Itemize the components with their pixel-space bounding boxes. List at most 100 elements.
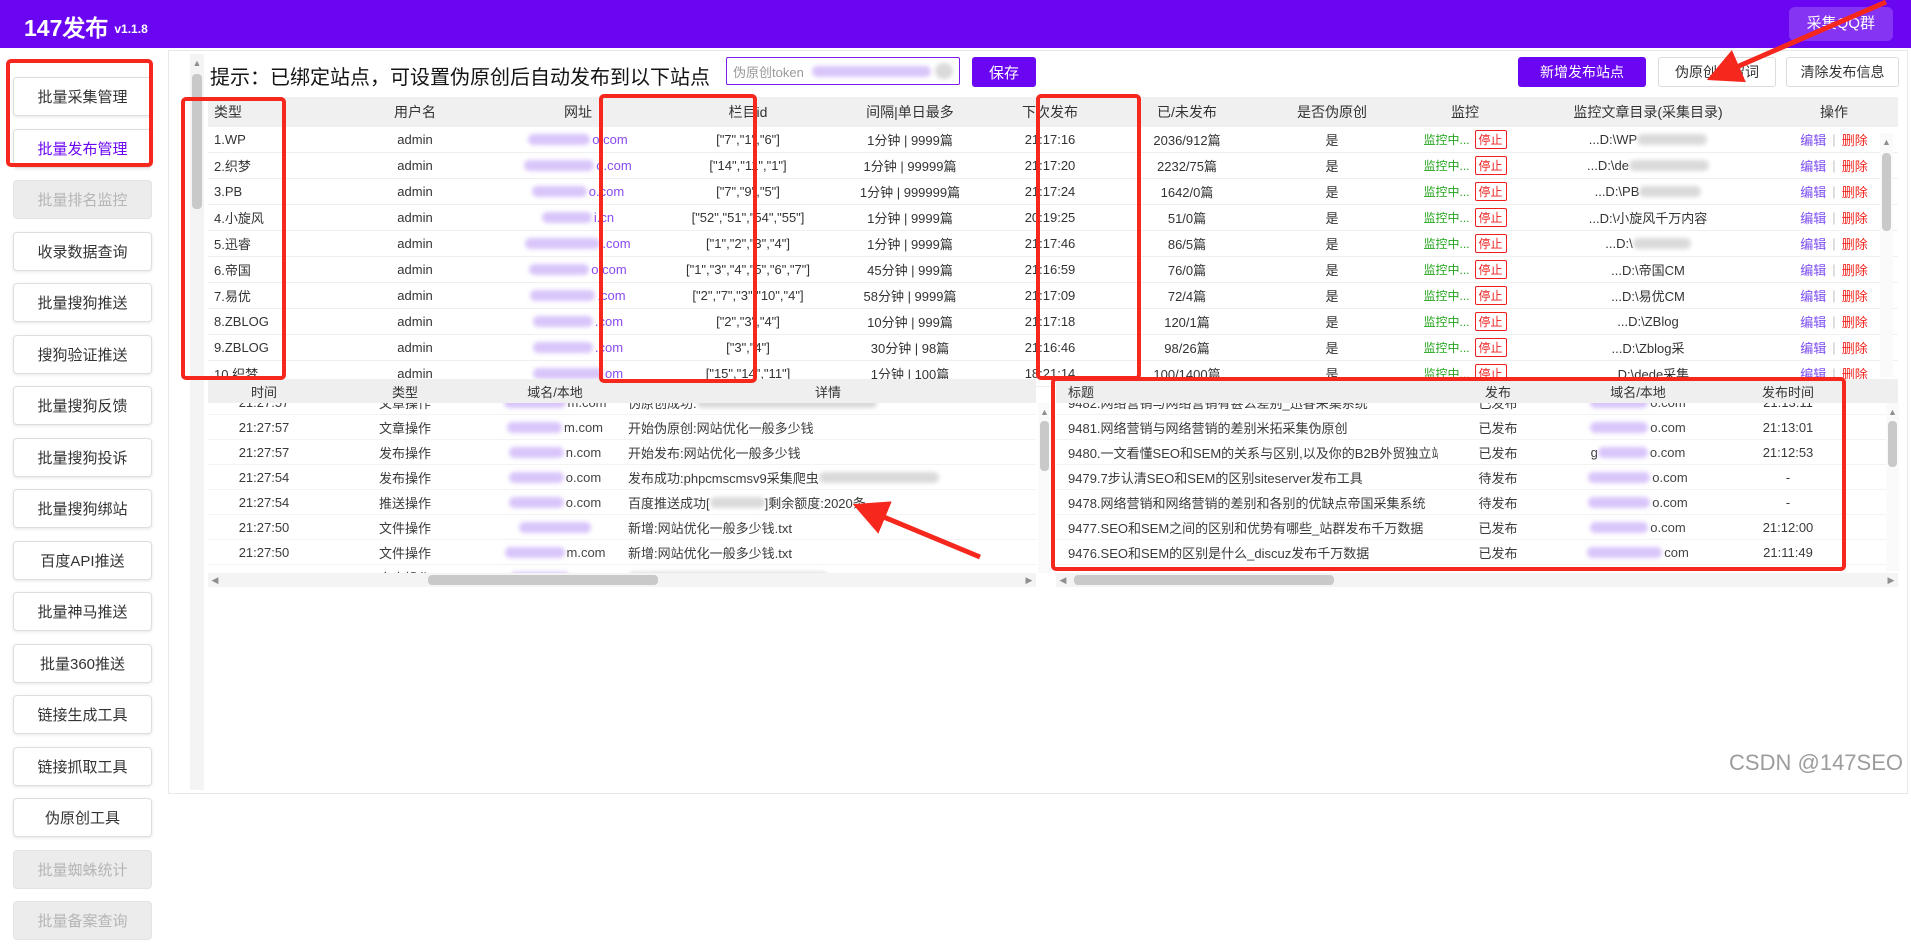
scrollbar-thumb[interactable]	[1074, 575, 1334, 585]
column-header: 监控	[1451, 104, 1479, 120]
sidebar-item[interactable]: 批量搜狗绑站	[13, 489, 152, 528]
token-toggle-icon[interactable]	[935, 63, 953, 79]
article-row: 9478.网络营销和网络营销的差别和各别的优缺点帝国采集系统 待发布 o.com -	[1056, 490, 1898, 515]
cell-username: admin	[397, 236, 433, 251]
edit-link[interactable]: 编辑	[1800, 312, 1826, 331]
sidebar-item[interactable]: 批量发布管理	[13, 128, 152, 168]
monitor-running-label: 监控中...	[1423, 315, 1470, 329]
sidebar-item[interactable]: 批量神马推送	[13, 592, 152, 631]
cell-type: 4.小旋风	[214, 211, 264, 226]
scrollbar-thumb[interactable]	[1040, 421, 1049, 471]
stop-button[interactable]: 停止	[1474, 130, 1507, 149]
cell-monitor: 监控中... 停止	[1404, 127, 1526, 152]
sidebar-item[interactable]: 百度API推送	[13, 540, 152, 580]
edit-link[interactable]: 编辑	[1800, 286, 1826, 305]
sidebar-item[interactable]: 收录数据查询	[13, 231, 152, 271]
cell-type: 2.织梦	[214, 159, 251, 174]
scroll-up-icon[interactable]: ▲	[1886, 405, 1899, 419]
delete-link[interactable]: 删除	[1842, 260, 1868, 279]
add-publish-site-button[interactable]: 新增发布站点	[1518, 57, 1646, 87]
sidebar-item[interactable]: 批量搜狗推送	[13, 283, 152, 322]
delete-link[interactable]: 删除	[1842, 130, 1868, 149]
sidebar-item: 批量排名监控	[13, 180, 152, 219]
cell-next-publish: 21:17:09	[1024, 288, 1076, 303]
scrollbar-thumb[interactable]	[428, 575, 658, 585]
scroll-right-icon[interactable]: ▶	[1022, 573, 1036, 587]
pseudo-keep-words-button[interactable]: 伪原创保留词	[1658, 57, 1776, 87]
edit-link[interactable]: 编辑	[1800, 260, 1826, 279]
cell-op-type: 文章操作	[320, 565, 490, 574]
stop-button[interactable]: 停止	[1474, 234, 1507, 253]
edit-link[interactable]: 编辑	[1800, 338, 1826, 357]
delete-link[interactable]: 删除	[1842, 312, 1868, 331]
content-vertical-scrollbar[interactable]: ▲	[190, 54, 204, 790]
log-panel-horizontal-scrollbar[interactable]: ◀ ▶	[208, 573, 1036, 587]
sidebar-item[interactable]: 搜狗验证推送	[13, 334, 152, 374]
cell-domain: o.com	[1558, 403, 1718, 414]
column-header: 详情	[814, 384, 841, 400]
scroll-left-icon[interactable]: ◀	[1056, 573, 1070, 587]
op-separator: |	[1832, 262, 1836, 277]
scroll-up-icon[interactable]: ▲	[1880, 135, 1893, 149]
edit-link[interactable]: 编辑	[1800, 234, 1826, 253]
delete-link[interactable]: 删除	[1842, 338, 1868, 357]
delete-link[interactable]: 删除	[1842, 156, 1868, 175]
delete-link[interactable]: 删除	[1842, 286, 1868, 305]
cell-title: 9477.SEO和SEM之间的区别和优势有哪些_站群发布千万数据	[1068, 520, 1424, 536]
cell-publish-count: 1642/0篇	[1160, 185, 1214, 200]
article-panel-vertical-scrollbar[interactable]: ▲	[1886, 403, 1899, 571]
site-table-vertical-scrollbar[interactable]: ▲	[1880, 133, 1893, 377]
scroll-up-icon[interactable]: ▲	[1038, 405, 1051, 419]
sidebar-item[interactable]: 批量采集管理	[13, 77, 152, 116]
stop-button[interactable]: 停止	[1474, 208, 1507, 227]
article-row: 9480.一文看懂SEO和SEM的关系与区别,以及你的B2B外贸独立站究竟...…	[1056, 440, 1898, 465]
delete-link[interactable]: 删除	[1842, 182, 1868, 201]
article-panel-horizontal-scrollbar[interactable]: ◀ ▶	[1056, 573, 1898, 587]
edit-link[interactable]: 编辑	[1800, 156, 1826, 175]
cell-interval: 1分钟 | 9999篇	[867, 133, 953, 148]
cell-username: admin	[397, 288, 433, 303]
stop-button[interactable]: 停止	[1474, 156, 1507, 175]
delete-link[interactable]: 删除	[1842, 208, 1868, 227]
log-panel-vertical-scrollbar[interactable]: ▲	[1038, 403, 1051, 573]
stop-button[interactable]: 停止	[1474, 260, 1507, 279]
sidebar-item[interactable]: 批量360推送	[13, 643, 152, 683]
clear-publish-info-button[interactable]: 清除发布信息	[1786, 57, 1899, 87]
table-row: 1.WP admin o.com ["7","1","6"] 1分钟 | 9999篇 21…	[208, 127, 1898, 153]
scrollbar-thumb[interactable]	[1888, 421, 1897, 467]
qq-group-button[interactable]: 采集QQ群	[1788, 7, 1893, 41]
pseudo-token-input[interactable]: 伪原创token	[726, 57, 960, 85]
column-header: 发布时间	[1761, 384, 1814, 400]
edit-link[interactable]: 编辑	[1800, 208, 1826, 227]
cell-column-ids: ["2","3","4"]	[716, 314, 780, 329]
column-header: 监控文章目录(采集目录)	[1573, 104, 1723, 120]
sidebar-item[interactable]: 链接生成工具	[13, 695, 152, 734]
stop-button[interactable]: 停止	[1474, 312, 1507, 331]
delete-link[interactable]: 删除	[1842, 234, 1868, 253]
scrollbar-thumb[interactable]	[192, 74, 202, 209]
scroll-left-icon[interactable]: ◀	[208, 573, 222, 587]
cell-site-url: o.com	[494, 179, 662, 204]
redacted-blur	[530, 290, 596, 301]
domain-suffix: o.com	[565, 494, 602, 510]
save-button[interactable]: 保存	[972, 57, 1036, 87]
stop-button[interactable]: 停止	[1474, 286, 1507, 305]
edit-link[interactable]: 编辑	[1800, 182, 1826, 201]
cell-op-type: 推送操作	[378, 495, 431, 511]
edit-link[interactable]: 编辑	[1800, 130, 1826, 149]
scroll-right-icon[interactable]: ▶	[1884, 573, 1898, 587]
sidebar-item[interactable]: 批量搜狗反馈	[13, 386, 152, 425]
scrollbar-thumb[interactable]	[1882, 153, 1891, 231]
sidebar-item[interactable]: 伪原创工具	[13, 798, 152, 837]
stop-button[interactable]: 停止	[1474, 182, 1507, 201]
cell-monitor-dir: ...D:\帝国CM	[1611, 263, 1685, 278]
stop-button[interactable]: 停止	[1474, 338, 1507, 357]
cell-op-type: 文件操作	[378, 545, 431, 561]
cell-publish-time: 21:12:53	[1762, 444, 1814, 460]
sidebar-item[interactable]: 链接抓取工具	[13, 746, 152, 786]
cell-time: 21:27:57	[238, 444, 290, 460]
sidebar: 批量采集管理 批量发布管理 批量排名监控 收录数据查询 批量搜狗推送 搜狗验证推送 批量搜狗…	[0, 48, 190, 949]
top-header-bar: 147发布 v1.1.8 采集QQ群	[0, 0, 1911, 48]
scroll-up-icon[interactable]: ▲	[190, 56, 204, 70]
sidebar-item[interactable]: 批量搜狗投诉	[13, 437, 152, 477]
